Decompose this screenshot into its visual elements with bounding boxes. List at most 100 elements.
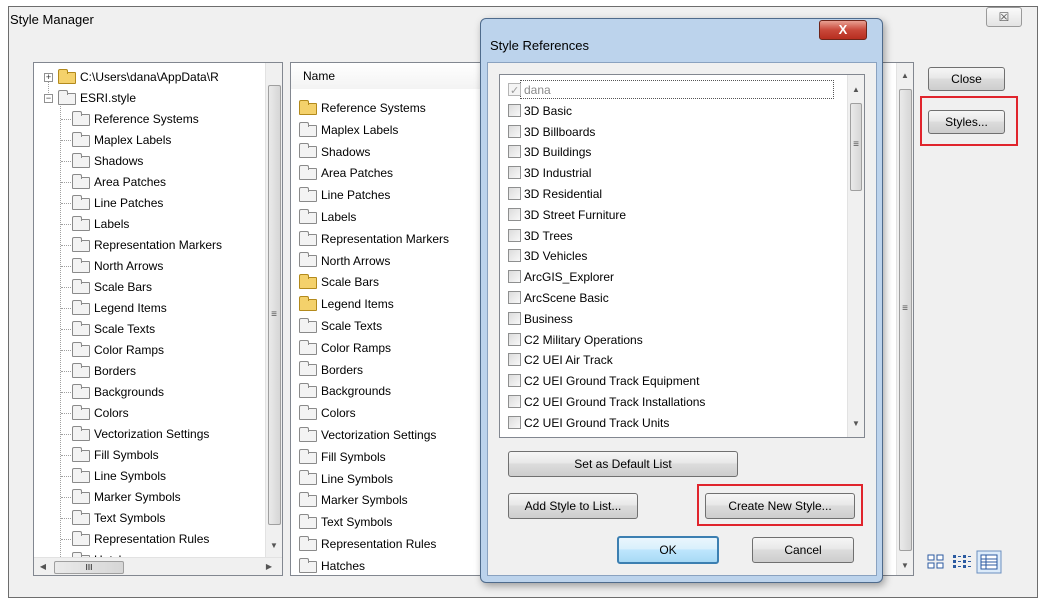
tree-item[interactable]: North Arrows	[72, 256, 163, 276]
style-reference-row[interactable]: ArcScene Basic	[508, 288, 609, 309]
style-reference-row[interactable]: 3D Industrial	[508, 163, 591, 184]
content-list-item[interactable]: Vectorization Settings	[299, 424, 436, 446]
style-reference-row[interactable]: C2 UEI Air Track	[508, 350, 613, 371]
cancel-button[interactable]: Cancel	[752, 537, 854, 563]
checkbox-icon[interactable]	[508, 311, 521, 325]
contents-scroll-thumb[interactable]	[899, 89, 912, 551]
style-reference-row[interactable]: ArcGIS_Explorer	[508, 267, 614, 288]
style-reference-row[interactable]: dana	[508, 80, 551, 102]
style-reference-row[interactable]: 3D Basic	[508, 101, 572, 122]
tree-item[interactable]: Line Patches	[72, 193, 163, 213]
ok-button[interactable]: OK	[617, 536, 719, 564]
style-reference-row[interactable]: 3D Billboards	[508, 122, 595, 143]
list-view-icon[interactable]	[950, 552, 972, 572]
content-list-item[interactable]: Backgrounds	[299, 380, 391, 402]
add-style-to-list-button[interactable]: Add Style to List...	[508, 493, 638, 519]
checkbox-icon[interactable]	[508, 353, 521, 367]
content-list-item[interactable]: Marker Symbols	[299, 489, 408, 511]
checkbox-icon[interactable]	[508, 415, 521, 429]
checkbox-icon[interactable]	[508, 145, 521, 159]
tree-item[interactable]: Scale Texts	[72, 319, 155, 339]
close-button[interactable]: Close	[928, 67, 1005, 91]
tree-item[interactable]: Borders	[72, 361, 136, 381]
content-list-item[interactable]: Reference Systems	[299, 97, 426, 119]
tree-item[interactable]: Representation Markers	[72, 235, 222, 255]
checkbox-icon[interactable]	[508, 228, 521, 242]
style-reference-row[interactable]: Business	[508, 309, 573, 330]
tree-item-root-path[interactable]: C:\Users\dana\AppData\R	[58, 67, 219, 87]
checkbox-icon[interactable]	[508, 249, 521, 263]
checkbox-icon[interactable]	[508, 332, 521, 346]
collapse-style-icon[interactable]: −	[44, 94, 53, 103]
tree-item[interactable]: Labels	[72, 214, 129, 234]
content-list-item[interactable]: Borders	[299, 359, 363, 381]
large-icons-view-icon[interactable]	[925, 552, 947, 572]
checkbox-icon[interactable]	[508, 291, 521, 304]
scroll-up-arrow-icon[interactable]: ▲	[900, 71, 910, 80]
style-reference-row[interactable]: C2 UEI Ground Track Installations	[508, 392, 705, 413]
style-reference-row[interactable]: C2 UEI Ground Track Equipment	[508, 371, 699, 392]
checkbox-icon[interactable]	[508, 187, 521, 200]
content-list-item[interactable]: Maplex Labels	[299, 119, 398, 141]
content-list-item[interactable]: Representation Rules	[299, 533, 436, 555]
contents-vertical-scrollbar[interactable]: ▲ ≡ ▼	[896, 63, 913, 575]
tree-item[interactable]: Colors	[72, 403, 129, 423]
tree-item[interactable]: Representation Rules	[72, 529, 209, 549]
scroll-down-arrow-icon[interactable]: ▼	[851, 419, 861, 428]
content-list-item[interactable]: Fill Symbols	[299, 446, 386, 468]
style-reference-row[interactable]: C2 Military Operations	[508, 330, 643, 351]
checkbox-icon[interactable]	[508, 81, 521, 102]
style-reference-row[interactable]: 3D Trees	[508, 226, 573, 247]
content-list-item[interactable]: North Arrows	[299, 250, 390, 272]
scroll-down-arrow-icon[interactable]: ▼	[900, 561, 910, 570]
checkbox-icon[interactable]	[508, 395, 521, 408]
content-list-item[interactable]: Line Symbols	[299, 468, 393, 490]
tree-item[interactable]: Legend Items	[72, 298, 167, 318]
checkbox-icon[interactable]	[508, 270, 521, 284]
content-list-item[interactable]: Legend Items	[299, 293, 394, 315]
checkbox-icon[interactable]	[508, 103, 521, 117]
style-reference-row[interactable]: 3D Vehicles	[508, 246, 587, 267]
content-list-item[interactable]: Hatches	[299, 555, 365, 575]
checkbox-icon[interactable]	[508, 124, 521, 138]
style-reference-row[interactable]: 3D Street Furniture	[508, 205, 626, 226]
content-list-item[interactable]: Shadows	[299, 141, 370, 163]
tree-item[interactable]: Maplex Labels	[72, 130, 171, 150]
tree-item[interactable]: Backgrounds	[72, 382, 164, 402]
tree-item[interactable]: Area Patches	[72, 172, 166, 192]
content-list-item[interactable]: Colors	[299, 402, 356, 424]
style-reference-row[interactable]: C2 UEI Ground Track Units	[508, 413, 669, 434]
tree-horizontal-scrollbar[interactable]: ◀ III ▶	[34, 557, 282, 575]
tree-item[interactable]: Line Symbols	[72, 466, 166, 486]
content-list-item[interactable]: Color Ramps	[299, 337, 391, 359]
tree-item-esri-style[interactable]: ESRI.style	[58, 88, 136, 108]
checkbox-icon[interactable]	[508, 374, 521, 388]
tree-item[interactable]: Vectorization Settings	[72, 424, 209, 444]
content-list-item[interactable]: Scale Texts	[299, 315, 382, 337]
tree-item[interactable]: Color Ramps	[72, 340, 164, 360]
scroll-right-arrow-icon[interactable]: ▶	[264, 562, 274, 571]
style-references-close-button[interactable]: X	[819, 20, 867, 40]
scroll-up-arrow-icon[interactable]: ▲	[851, 85, 861, 94]
tree-item[interactable]: Shadows	[72, 151, 143, 171]
tree-item[interactable]: Fill Symbols	[72, 445, 159, 465]
tree-item[interactable]: Marker Symbols	[72, 487, 181, 507]
tree-hscroll-thumb[interactable]: III	[54, 561, 124, 574]
content-list-item[interactable]: Area Patches	[299, 162, 393, 184]
style-reference-row[interactable]: 3D Buildings	[508, 142, 591, 163]
style-list-vertical-scrollbar[interactable]: ▲ ≡ ▼	[847, 75, 864, 437]
name-column-header[interactable]: Name	[291, 63, 481, 89]
style-references-list[interactable]: dana 3D Basic 3D Billboards 3D Buildings 3D …	[499, 74, 865, 438]
tree-item[interactable]: Text Symbols	[72, 508, 165, 528]
details-view-icon[interactable]	[976, 550, 1002, 574]
tree-vertical-scrollbar[interactable]: ≡ ▼	[265, 63, 282, 557]
content-list-item[interactable]: Representation Markers	[299, 228, 449, 250]
style-reference-row[interactable]: 3D Residential	[508, 184, 602, 205]
checkbox-icon[interactable]	[508, 166, 521, 180]
content-list-item[interactable]: Text Symbols	[299, 511, 392, 533]
content-list-item[interactable]: Line Patches	[299, 184, 390, 206]
tree-item[interactable]: Scale Bars	[72, 277, 152, 297]
content-list-item[interactable]: Labels	[299, 206, 356, 228]
scroll-down-arrow-icon[interactable]: ▼	[269, 541, 279, 550]
checkbox-icon[interactable]	[508, 207, 521, 221]
